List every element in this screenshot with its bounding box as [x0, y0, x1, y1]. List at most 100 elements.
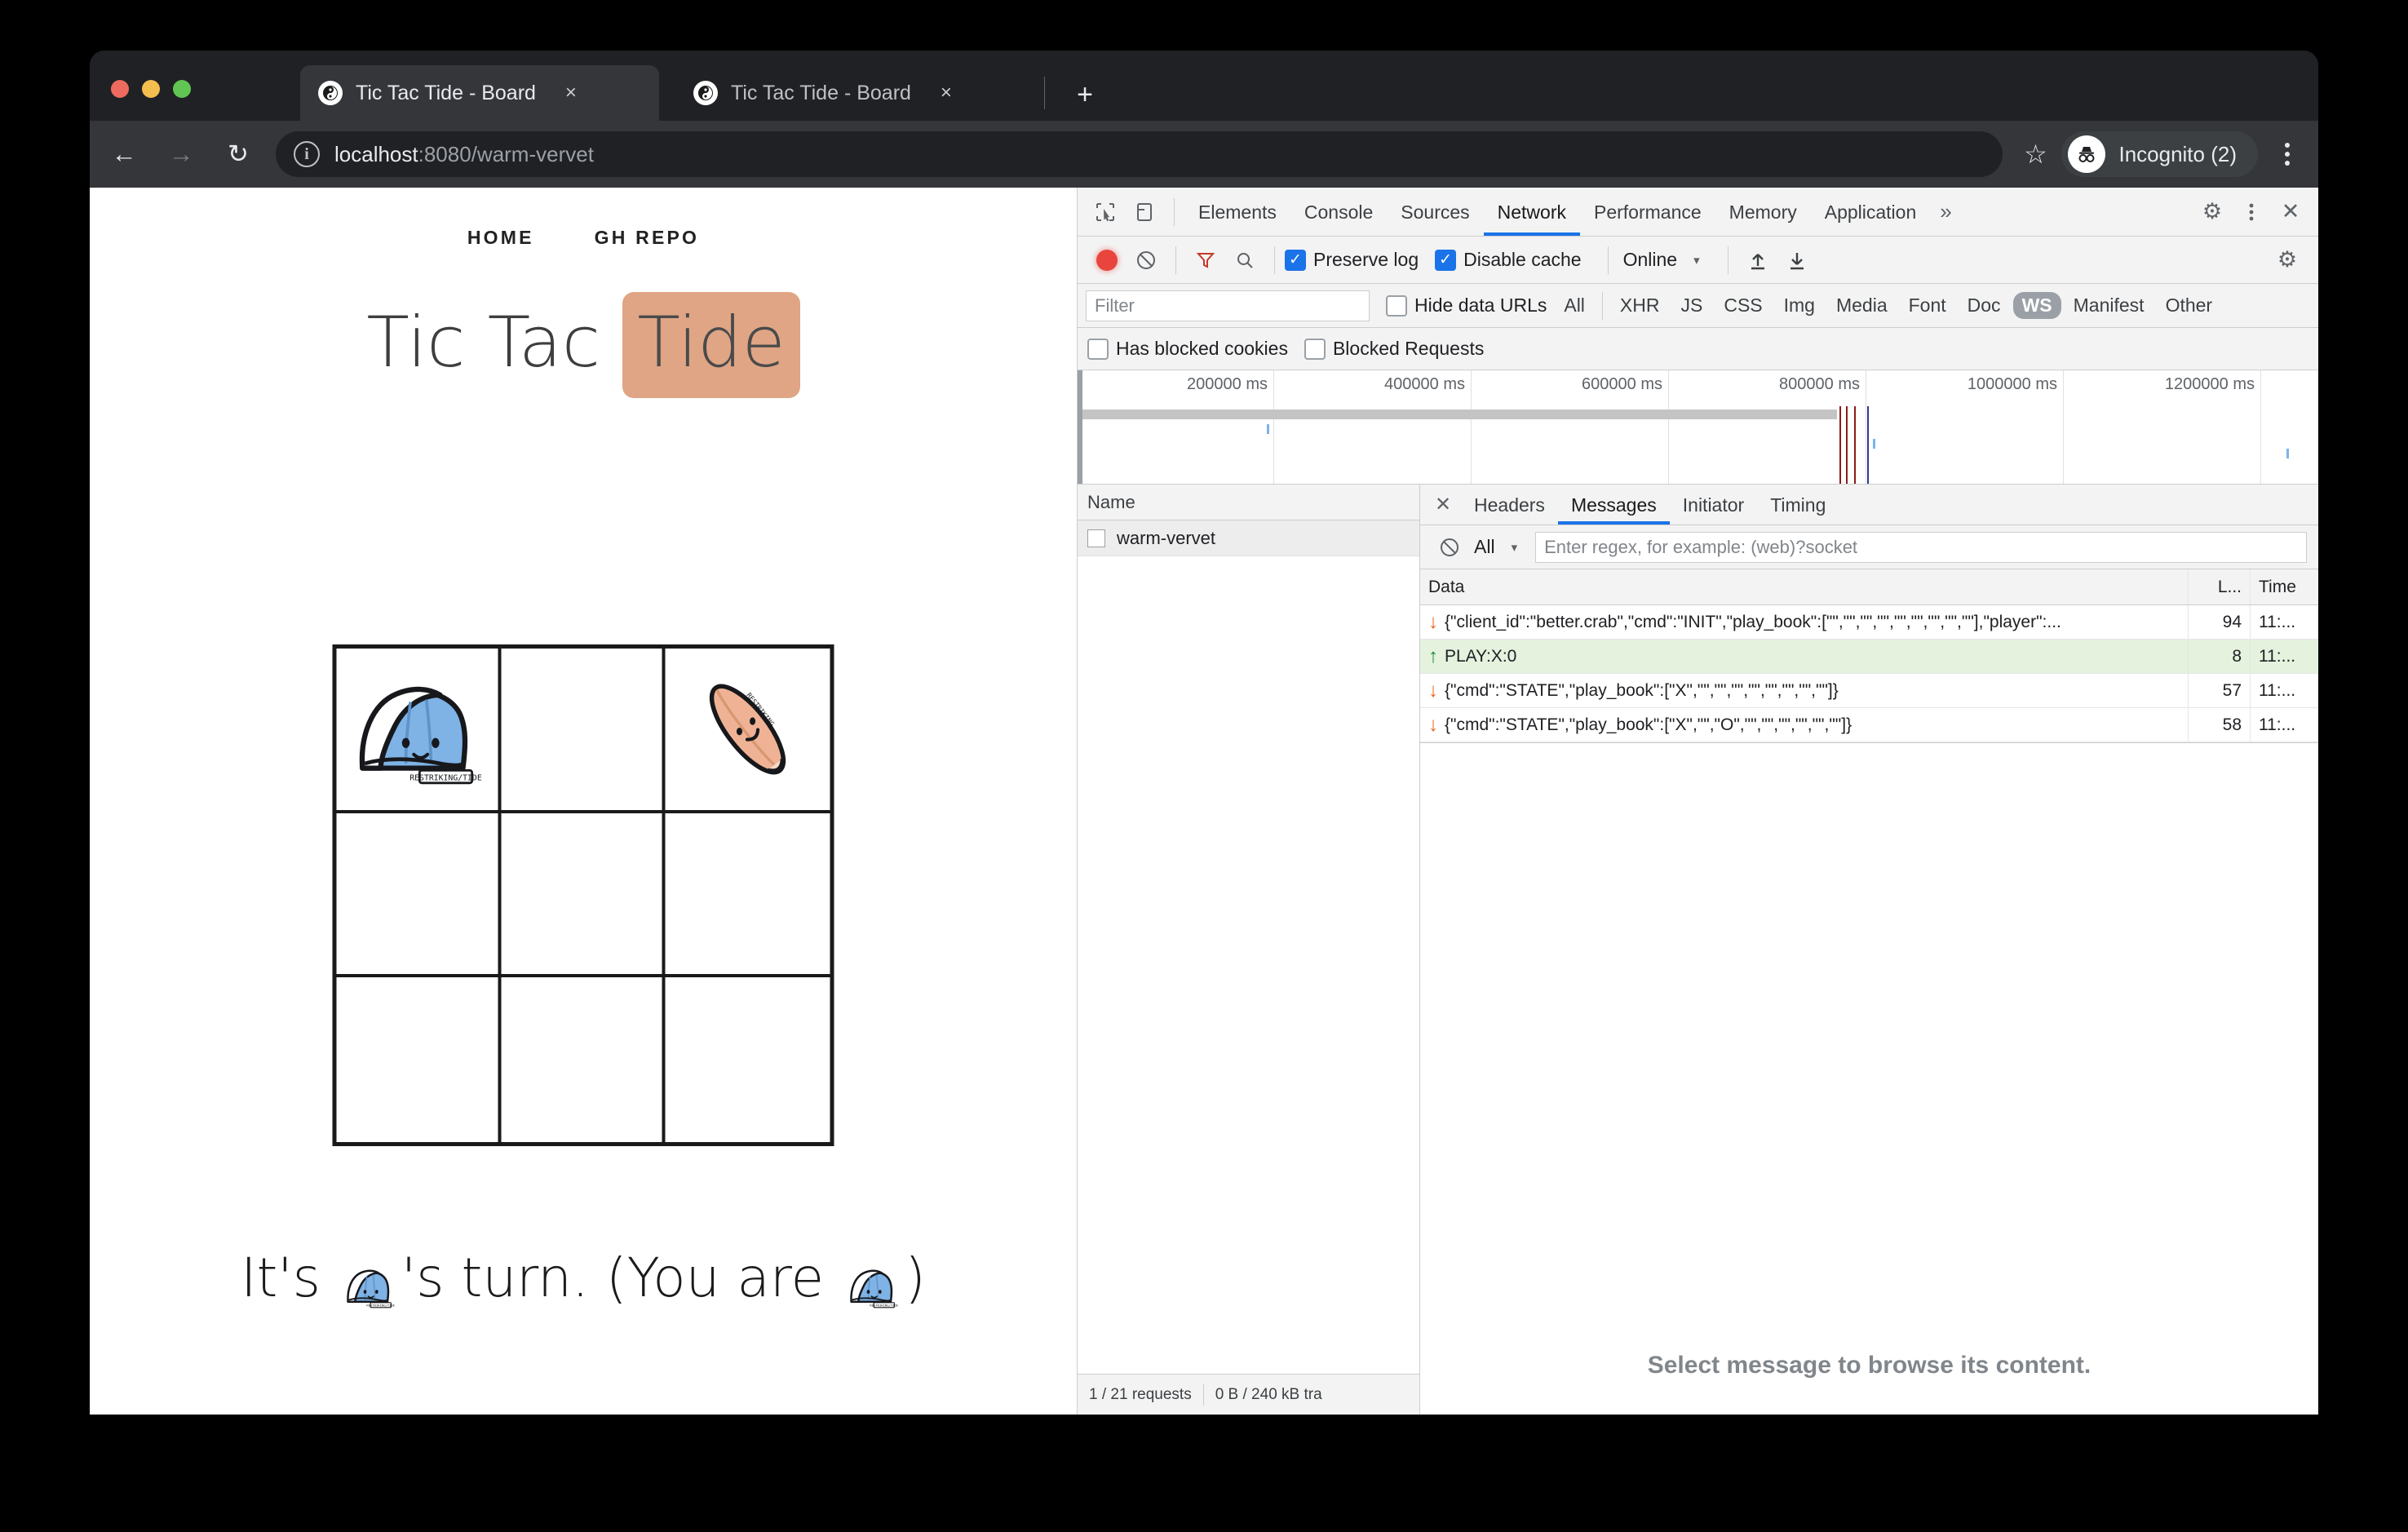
type-chip-xhr[interactable]: XHR	[1611, 292, 1669, 319]
type-chip-ws[interactable]: WS	[2012, 292, 2061, 319]
devtools-tab-application[interactable]: Application	[1811, 188, 1931, 236]
incognito-icon	[2068, 135, 2106, 173]
close-window-button[interactable]	[111, 80, 129, 98]
devtools-tab-memory[interactable]: Memory	[1715, 188, 1811, 236]
devtools-tab-sources[interactable]: Sources	[1387, 188, 1483, 236]
board-cell-0[interactable]: RESTRIKING/TIDE	[336, 649, 502, 813]
search-icon[interactable]	[1225, 241, 1264, 280]
message-length: 58	[2188, 708, 2250, 742]
overview-event-line	[1867, 406, 1869, 484]
browser-toolbar: ← → ↻ i localhost:8080/warm-vervet ☆ Inc…	[90, 121, 2318, 188]
has-blocked-cookies-checkbox[interactable]	[1087, 338, 1109, 360]
inspect-element-icon[interactable]	[1086, 193, 1125, 232]
column-header-time[interactable]: Time	[2250, 569, 2318, 604]
network-overview-timeline[interactable]: 200000 ms 400000 ms 600000 ms 800000 ms …	[1078, 370, 2318, 485]
board-cell-1[interactable]	[501, 649, 666, 813]
chevron-down-icon[interactable]: ▾	[1693, 253, 1700, 268]
board-cell-4[interactable]	[501, 812, 666, 978]
filter-input[interactable]: Filter	[1086, 290, 1370, 321]
type-chip-all[interactable]: All	[1555, 292, 1594, 319]
board-cell-7[interactable]	[501, 977, 666, 1142]
devtools-close-icon[interactable]: ✕	[2271, 193, 2310, 232]
close-tab-icon[interactable]: ×	[557, 79, 585, 107]
import-har-icon[interactable]	[1738, 241, 1777, 280]
page-title-plain: Tic Tac	[366, 302, 623, 383]
preserve-log-checkbox[interactable]: ✓	[1285, 249, 1306, 271]
type-chip-manifest[interactable]: Manifest	[2065, 292, 2153, 319]
message-type-select[interactable]: All	[1474, 536, 1495, 558]
message-regex-input[interactable]: Enter regex, for example: (web)?socket	[1535, 531, 2307, 563]
blocked-requests-checkbox[interactable]	[1304, 338, 1326, 360]
type-chip-doc[interactable]: Doc	[1959, 292, 2010, 319]
devtools-settings-icon[interactable]: ⚙	[2193, 193, 2232, 232]
bookmark-star-icon[interactable]: ☆	[2014, 133, 2056, 175]
disable-cache-checkbox[interactable]: ✓	[1435, 249, 1457, 271]
network-toolbar: ✓ Preserve log ✓ Disable cache Online ▾ …	[1078, 237, 2318, 284]
divider	[1727, 246, 1729, 274]
devtools-tab-network[interactable]: Network	[1484, 188, 1580, 236]
request-favicon-icon	[1087, 529, 1105, 547]
back-button[interactable]: ←	[101, 131, 147, 177]
browser-tab-2[interactable]: Tic Tac Tide - Board ×	[675, 65, 1034, 121]
board-cell-8[interactable]	[666, 977, 830, 1142]
maximize-window-button[interactable]	[173, 80, 191, 98]
filter-funnel-icon[interactable]	[1186, 241, 1225, 280]
detail-tab-headers[interactable]: Headers	[1461, 485, 1558, 525]
board-cell-5[interactable]	[665, 813, 830, 978]
nav-link-home[interactable]: HOME	[467, 227, 534, 249]
new-tab-button[interactable]: +	[1067, 77, 1103, 113]
reload-button[interactable]: ↻	[215, 131, 261, 177]
clear-messages-icon[interactable]	[1430, 528, 1469, 567]
message-row[interactable]: ↓ {"cmd":"STATE","play_book":["X","","",…	[1420, 674, 2318, 708]
type-chip-img[interactable]: Img	[1775, 292, 1824, 319]
address-bar[interactable]: i localhost:8080/warm-vervet	[276, 131, 2003, 177]
forward-button[interactable]: →	[158, 131, 204, 177]
device-toolbar-icon[interactable]	[1125, 193, 1164, 232]
message-row[interactable]: ↓ {"cmd":"STATE","play_book":["X","","O"…	[1420, 708, 2318, 742]
request-row-warm-vervet[interactable]: warm-vervet	[1078, 520, 1419, 556]
chevron-down-icon[interactable]: ▾	[1512, 540, 1518, 555]
devtools-tab-elements[interactable]: Elements	[1184, 188, 1290, 236]
message-row[interactable]: ↑ PLAY:X:0 8 11:...	[1420, 640, 2318, 674]
throttling-select[interactable]: Online	[1623, 249, 1677, 271]
network-settings-icon[interactable]: ⚙	[2268, 241, 2307, 280]
type-chip-other[interactable]: Other	[2157, 292, 2222, 319]
column-header-data[interactable]: Data	[1420, 578, 2188, 597]
export-har-icon[interactable]	[1777, 241, 1817, 280]
clear-button[interactable]	[1127, 241, 1166, 280]
request-column-header[interactable]: Name	[1078, 485, 1419, 520]
site-info-icon[interactable]: i	[294, 141, 320, 167]
type-chip-media[interactable]: Media	[1827, 292, 1897, 319]
request-count: 1 / 21 requests	[1089, 1385, 1192, 1403]
type-chip-js[interactable]: JS	[1671, 292, 1711, 319]
close-tab-icon[interactable]: ×	[932, 79, 960, 107]
board-cell-2[interactable]: RESTRIKING	[665, 649, 830, 813]
overview-left-shade	[1078, 370, 1082, 484]
record-button[interactable]	[1087, 241, 1127, 280]
devtools-tab-performance[interactable]: Performance	[1580, 188, 1715, 236]
devtools-tab-console[interactable]: Console	[1290, 188, 1387, 236]
more-tabs-icon[interactable]: »	[1930, 199, 1961, 224]
browser-menu-button[interactable]	[2266, 143, 2308, 166]
minimize-window-button[interactable]	[142, 80, 160, 98]
overview-marker	[1267, 424, 1269, 434]
close-detail-icon[interactable]: ✕	[1425, 493, 1461, 516]
browser-tab-1[interactable]: Tic Tac Tide - Board ×	[300, 65, 659, 121]
devtools-menu-icon[interactable]	[2232, 193, 2271, 232]
profile-chip[interactable]: Incognito (2)	[2061, 131, 2258, 177]
hide-data-urls-checkbox[interactable]	[1386, 294, 1407, 317]
blocked-requests-label: Blocked Requests	[1332, 338, 1485, 359]
message-row[interactable]: ↓ {"client_id":"better.crab","cmd":"INIT…	[1420, 605, 2318, 640]
type-chip-font[interactable]: Font	[1900, 292, 1955, 319]
detail-tab-initiator[interactable]: Initiator	[1670, 485, 1757, 525]
type-chip-css[interactable]: CSS	[1715, 292, 1771, 319]
detail-tab-timing[interactable]: Timing	[1757, 485, 1839, 525]
board-cell-3[interactable]	[336, 812, 502, 978]
board-cell-6[interactable]	[337, 977, 502, 1142]
browser-window: Tic Tac Tide - Board × Tic Tac Tide - Bo…	[90, 51, 2318, 1415]
nav-link-gh-repo[interactable]: GH REPO	[595, 227, 699, 249]
detail-tab-messages[interactable]: Messages	[1558, 485, 1670, 525]
column-header-length[interactable]: L...	[2188, 569, 2250, 604]
message-data-text: {"cmd":"STATE","play_book":["X","","O","…	[1445, 715, 1852, 734]
overview-event-line	[1846, 406, 1848, 484]
